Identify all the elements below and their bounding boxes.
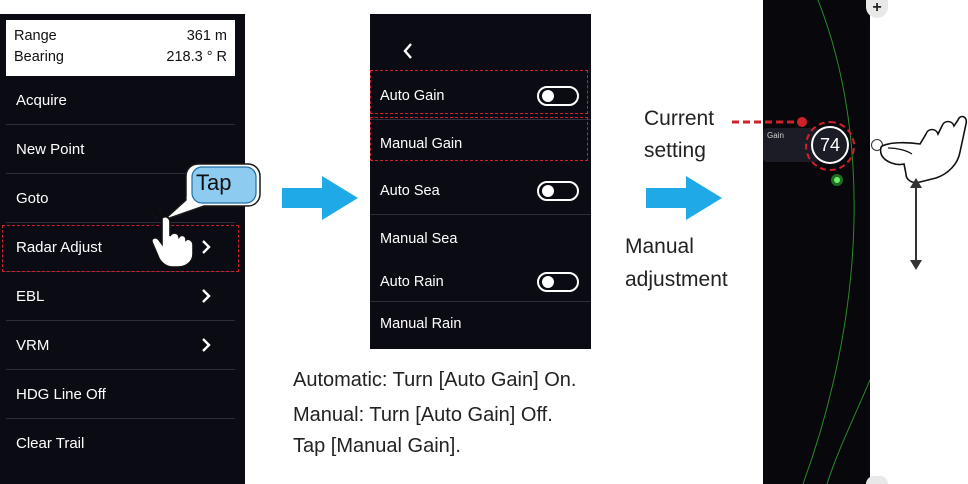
gain-slider-track[interactable] <box>874 24 880 472</box>
chevron-right-icon <box>202 338 211 352</box>
automatic-instruction: Automatic: Turn [Auto Gain] On. <box>293 369 577 391</box>
chevron-left-icon[interactable] <box>402 43 414 59</box>
menu-item-acquire[interactable]: Acquire <box>6 76 235 125</box>
menu-item-hdg-line-off[interactable]: HDG Line Off <box>6 370 235 419</box>
radar-gain-panel: Gain <box>763 0 870 484</box>
current-setting-leader <box>732 117 807 127</box>
manual-sea-label: Manual Sea <box>380 230 458 247</box>
flow-arrow-1 <box>282 176 358 220</box>
range-value: 361 m <box>186 28 227 44</box>
bearing-value: 218.3 ° R <box>166 49 227 65</box>
plus-icon: + <box>872 0 882 16</box>
auto-sea-row[interactable]: Auto Sea <box>370 168 591 215</box>
auto-sea-toggle[interactable] <box>537 181 579 201</box>
manual-rain-row[interactable]: Manual Rain <box>370 302 591 346</box>
tap-hand-icon <box>148 210 194 268</box>
auto-rain-label: Auto Rain <box>380 273 444 290</box>
menu-item-label: EBL <box>16 287 45 305</box>
flow-arrow-2 <box>646 176 722 220</box>
menu-item-ebl[interactable]: EBL <box>6 272 235 321</box>
chevron-right-icon <box>202 289 211 303</box>
radar-adjust-highlight <box>2 225 239 272</box>
current-setting-line1: Current <box>644 107 715 130</box>
vertical-drag-arrow-icon <box>910 178 922 270</box>
tap-label: Tap <box>196 170 232 195</box>
range-bearing-box: Range 361 m Bearing 218.3 ° R <box>6 20 235 76</box>
menu-item-vrm[interactable]: VRM <box>6 321 235 370</box>
menu-item-label: Acquire <box>16 91 67 109</box>
menu-item-label: New Point <box>16 140 85 158</box>
gain-plus-button[interactable]: + <box>866 0 888 18</box>
drag-hand-icon <box>880 115 968 184</box>
bearing-row: Bearing 218.3 ° R <box>14 47 227 68</box>
menu-item-label: VRM <box>16 336 50 354</box>
auto-gain-highlight <box>370 70 588 114</box>
auto-rain-toggle[interactable] <box>537 271 579 292</box>
radar-adjust-menu: Auto Gain Manual Gain Auto Sea Manual Se… <box>370 14 591 349</box>
manual-rain-label: Manual Rain <box>380 316 462 332</box>
auto-rain-row[interactable]: Auto Rain <box>370 262 591 302</box>
current-setting-line2: setting <box>644 139 706 162</box>
range-row: Range 361 m <box>14 26 227 47</box>
gain-minus-button[interactable] <box>866 476 888 484</box>
radar-echo-arcs <box>802 0 870 484</box>
manual-sea-row[interactable]: Manual Sea <box>370 215 591 262</box>
manual-gain-highlight <box>370 117 588 161</box>
manual-adjustment-line1: Manual <box>625 235 694 258</box>
manual-instruction-line2: Tap [Manual Gain]. <box>293 435 461 457</box>
menu-item-label: Goto <box>16 189 49 207</box>
manual-adjustment-line2: adjustment <box>625 268 728 291</box>
menu-item-clear-trail[interactable]: Clear Trail <box>6 419 235 468</box>
menu-item-label: Clear Trail <box>16 435 85 452</box>
bearing-label: Bearing <box>14 49 64 65</box>
manual-instruction-line1: Manual: Turn [Auto Gain] Off. <box>293 404 553 426</box>
range-label: Range <box>14 28 57 44</box>
menu-item-label: HDG Line Off <box>16 385 106 403</box>
auto-sea-label: Auto Sea <box>380 183 440 199</box>
